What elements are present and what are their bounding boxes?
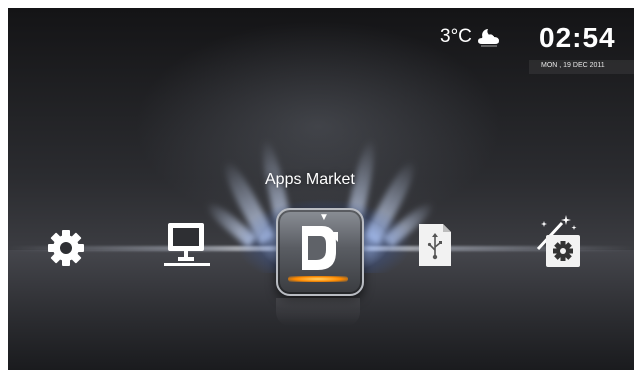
home-screen: 3°C 02:54 MON , 19 DEC 2011 Apps Market <box>8 8 634 370</box>
menu-item-setup-wizard[interactable] <box>532 213 582 269</box>
usb-storage-icon <box>419 224 451 266</box>
setup-wizard-icon <box>536 215 580 267</box>
date-bar: MON , 19 DEC 2011 <box>529 60 634 74</box>
clock-date: MON , 19 DEC 2011 <box>541 62 605 69</box>
menu-item-network[interactable] <box>162 221 212 269</box>
settings-gear-icon <box>48 230 84 266</box>
selected-item-label: Apps Market <box>265 171 355 188</box>
clock-widget: 02:54 MON , 19 DEC 2011 <box>529 22 634 74</box>
menu-item-settings[interactable] <box>44 226 88 270</box>
tile-reflection <box>276 298 360 326</box>
network-computer-icon <box>164 223 210 266</box>
cloudy-night-icon <box>477 29 499 47</box>
clock-time: 02:54 <box>539 22 616 53</box>
weather-widget: 3°C <box>440 26 502 48</box>
focus-arrow-icon: ▼ <box>319 212 329 223</box>
menu-item-usb-storage[interactable] <box>417 222 453 268</box>
selection-indicator <box>288 276 348 282</box>
temperature-text: 3°C <box>440 26 472 47</box>
